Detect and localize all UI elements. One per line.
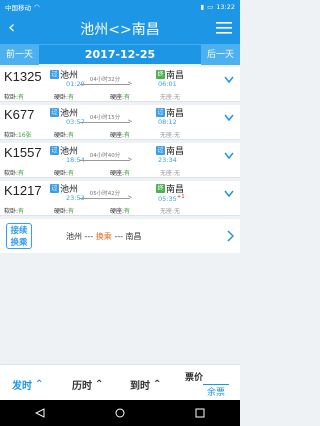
sort-duration-button[interactable]: 历时 ⌃ <box>72 377 103 392</box>
pass-badge: 过 <box>156 146 165 155</box>
wifi-icon: ◠ <box>34 3 40 11</box>
arrive-time: 08:12 <box>158 118 177 126</box>
next-day-button[interactable]: 后一天 <box>200 44 240 65</box>
home-nav-icon[interactable] <box>115 408 125 418</box>
pass-badge: 过 <box>156 108 165 117</box>
chevron-down-icon[interactable] <box>224 190 234 198</box>
clock: 13:22 <box>216 3 235 11</box>
sort-arrive-button[interactable]: 到时 ⌃ <box>130 377 161 392</box>
train-number: K1557 <box>4 145 42 160</box>
next-day-marker: +1 <box>176 194 185 200</box>
battery-icon: ▭ <box>207 3 214 11</box>
seat-standing: 无座:无 <box>160 94 181 101</box>
chevron-down-icon[interactable] <box>224 76 234 84</box>
android-nav-bar <box>0 400 240 426</box>
train-card[interactable]: K1217 过 池州 23:53 05小时42分 终 南昌 05:35+1 软卧… <box>0 181 240 216</box>
sort-remaining-button[interactable]: 余票 <box>203 384 230 398</box>
date-bar: 前一天 2017-12-25 后一天 <box>0 44 240 65</box>
transfer-option[interactable]: 接续 换乘 池州 --- 换乘 --- 南昌 <box>0 219 240 253</box>
signal-icon: ▮ <box>200 3 205 11</box>
duration: 04小时15分 <box>80 115 130 123</box>
chevron-up-icon: ⌃ <box>35 379 44 390</box>
train-card[interactable]: K677 过 池州 03:57 04小时15分 过 南昌 08:12 软卧:16… <box>0 105 240 140</box>
arrive-time: 23:34 <box>158 156 177 164</box>
seat-hard-seat: 硬座:有 <box>110 132 131 139</box>
seat-soft-sleeper: 软卧:有 <box>4 208 25 215</box>
menu-icon[interactable] <box>216 21 232 35</box>
transfer-tag: 接续 换乘 <box>6 223 32 249</box>
status-bar: 中国移动 ◠ ▮ ▭ 13:22 <box>0 0 240 14</box>
pass-badge: 过 <box>50 70 59 79</box>
seat-hard-seat: 硬座:有 <box>110 94 131 101</box>
pass-badge: 过 <box>50 108 59 117</box>
terminal-badge: 终 <box>156 184 165 193</box>
train-card[interactable]: K1325 过 池州 01:29 04小时32分 终 南昌 06:01 软卧:有… <box>0 67 240 102</box>
carrier-label: 中国移动 <box>5 4 31 12</box>
transfer-route: 池州 --- 换乘 --- 南昌 <box>66 232 142 241</box>
arrive-time: 05:35+1 <box>158 194 185 204</box>
seat-hard-seat: 硬座:有 <box>110 170 131 177</box>
duration: 04小时40分 <box>80 153 130 161</box>
prev-day-button[interactable]: 前一天 <box>0 44 40 65</box>
seat-hard-sleeper: 硬卧:有 <box>54 94 75 101</box>
train-number: K1217 <box>4 183 42 198</box>
train-card[interactable]: K1557 过 池州 18:54 04小时40分 过 南昌 23:34 软卧:有… <box>0 143 240 178</box>
seat-standing: 无座:无 <box>160 170 181 177</box>
duration: 05小时42分 <box>80 191 130 199</box>
back-nav-icon[interactable] <box>35 408 45 418</box>
seat-hard-sleeper: 硬卧:有 <box>54 132 75 139</box>
duration: 04小时32分 <box>80 77 130 85</box>
train-number: K677 <box>4 107 35 122</box>
chevron-up-icon: ⌃ <box>95 379 104 390</box>
arrive-time: 06:01 <box>158 80 177 88</box>
chevron-down-icon[interactable] <box>224 152 234 160</box>
seat-standing: 无座:无 <box>160 208 181 215</box>
sort-price-button[interactable]: 票价 <box>185 370 203 383</box>
page-title: 池州<>南昌 <box>80 22 160 38</box>
chevron-up-icon: ⌃ <box>153 379 162 390</box>
pass-badge: 过 <box>50 184 59 193</box>
recents-nav-icon[interactable] <box>195 408 205 418</box>
train-list: K1325 过 池州 01:29 04小时32分 终 南昌 06:01 软卧:有… <box>0 64 240 253</box>
pass-badge: 过 <box>50 146 59 155</box>
seat-hard-sleeper: 硬卧:有 <box>54 208 75 215</box>
seat-soft-sleeper: 软卧:有 <box>4 170 25 177</box>
seat-hard-seat: 硬座:有 <box>110 208 131 215</box>
chevron-down-icon[interactable] <box>224 114 234 122</box>
train-number: K1325 <box>4 69 42 84</box>
terminal-badge: 终 <box>156 70 165 79</box>
back-icon[interactable]: ‹ <box>8 18 15 38</box>
seat-hard-sleeper: 硬卧:有 <box>54 170 75 177</box>
date-label[interactable]: 2017-12-25 <box>85 48 155 61</box>
sort-bar: 发时 ⌃ 历时 ⌃ 到时 ⌃ 票价 余票 <box>0 364 240 400</box>
chevron-right-icon[interactable] <box>227 230 234 242</box>
seat-soft-sleeper: 软卧:16张 <box>4 132 32 139</box>
sort-depart-button[interactable]: 发时 ⌃ <box>12 377 43 392</box>
title-bar: ‹ 池州<>南昌 <box>0 14 240 44</box>
seat-soft-sleeper: 软卧:有 <box>4 94 25 101</box>
seat-standing: 无座:无 <box>160 132 181 139</box>
